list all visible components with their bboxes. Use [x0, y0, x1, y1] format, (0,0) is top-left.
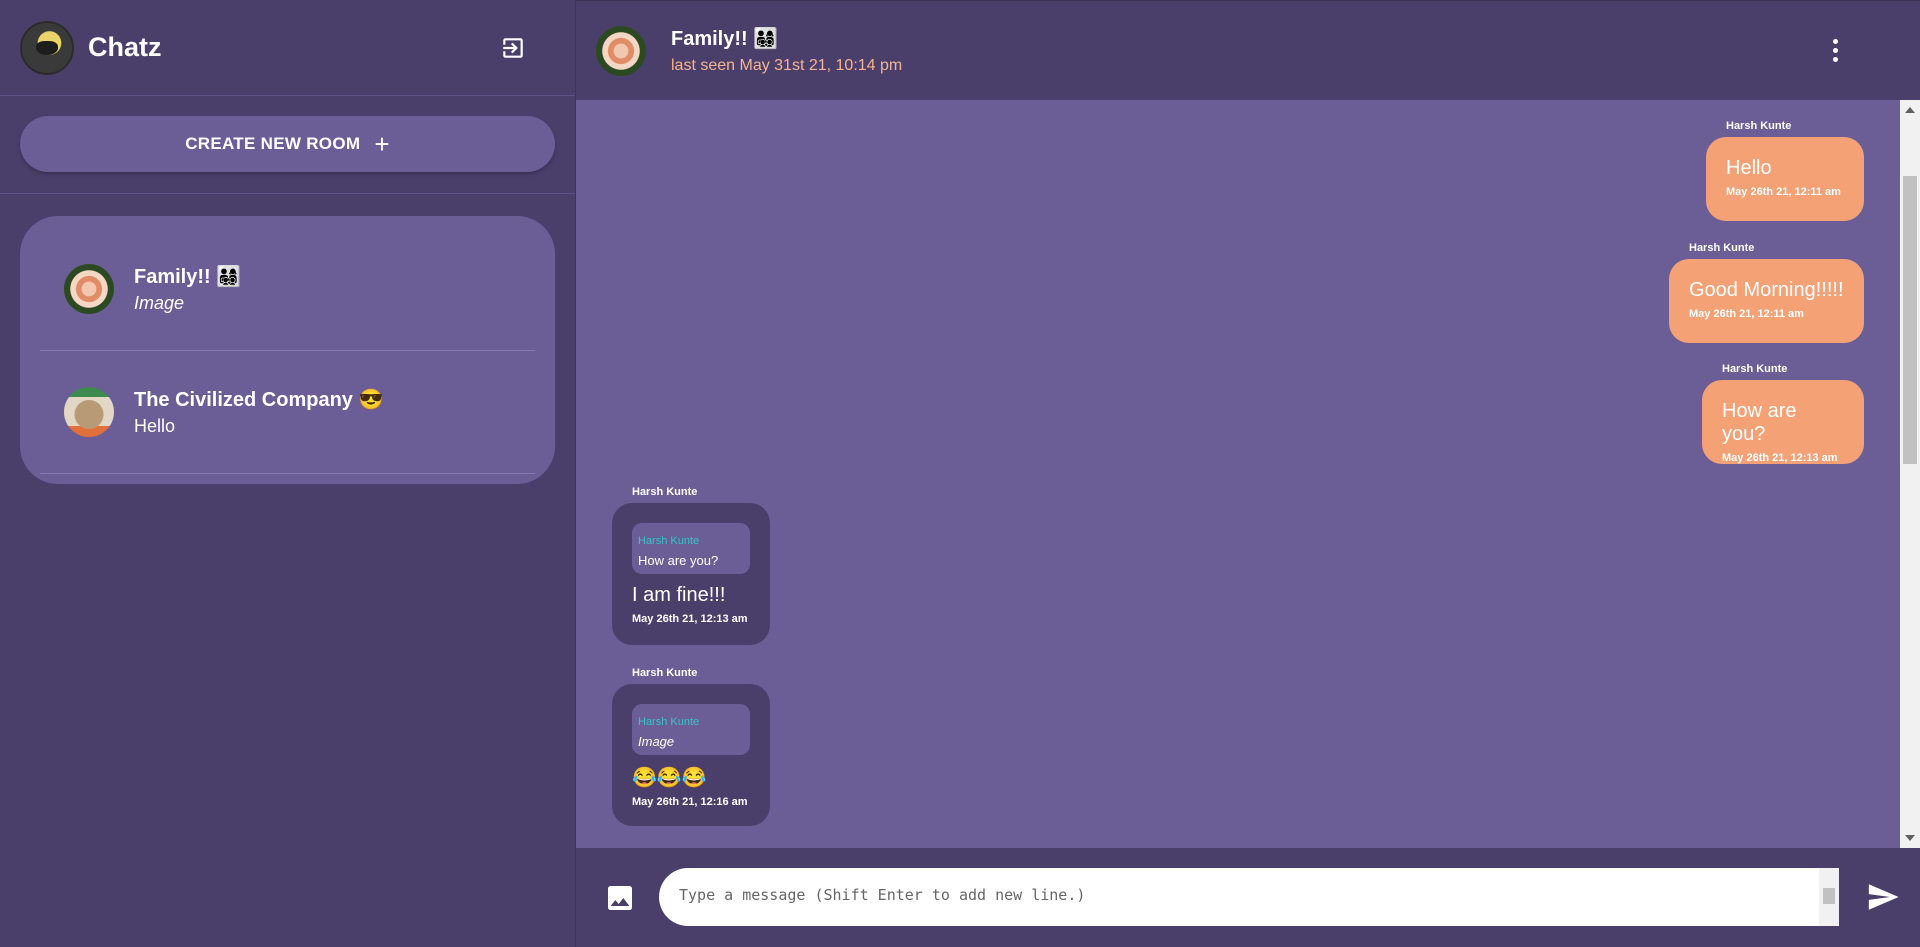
send-button[interactable] [1866, 880, 1902, 916]
message-sender: Harsh Kunte [1722, 363, 1788, 375]
message-text: Hello [1726, 157, 1772, 179]
room-last-message: Image [134, 293, 185, 313]
message-list[interactable]: Harsh Kunte Hello May 26th 21, 12:11 am … [576, 100, 1900, 848]
last-seen: last seen May 31st 21, 10:14 pm [671, 57, 903, 74]
message-sender: Harsh Kunte [1726, 120, 1792, 132]
logout-icon [503, 37, 523, 58]
create-room-button[interactable]: CREATE NEW ROOM + [20, 116, 555, 172]
sidebar: Chatz CREATE NEW ROOM + Family!! 👨‍👩‍👧‍👦… [0, 0, 576, 947]
room-last-message: Hello [134, 416, 176, 436]
chat-avatar[interactable] [596, 25, 646, 76]
room-list: Family!! 👨‍👩‍👧‍👦 Image The Civilized Com… [20, 216, 555, 484]
room-item-family[interactable]: Family!! 👨‍👩‍👧‍👦 Image [40, 228, 535, 351]
message-text: 😂😂😂 [632, 767, 707, 789]
more-options-button[interactable] [1820, 31, 1850, 71]
message-bubble[interactable]: Harsh Kunte How are you? I am fine!!! Ma… [612, 503, 770, 645]
message-outgoing: Harsh Kunte How are you? May 26th 21, 12… [1702, 363, 1864, 464]
message-bubble[interactable]: Good Morning!!!!! May 26th 21, 12:11 am [1669, 259, 1864, 343]
room-item-civilized-company[interactable]: The Civilized Company 😎 Hello [40, 351, 535, 474]
more-vert-icon [1832, 39, 1838, 44]
message-time: May 26th 21, 12:11 am [1726, 186, 1841, 198]
message-bubble[interactable]: How are you? May 26th 21, 12:13 am [1702, 380, 1864, 464]
image-icon [608, 886, 632, 910]
message-time: May 26th 21, 12:16 am [632, 796, 748, 808]
message-time: May 26th 21, 12:13 am [1722, 452, 1838, 464]
message-input-box [659, 868, 1839, 926]
message-composer [576, 848, 1920, 947]
app-title: Chatz [88, 32, 162, 62]
message-time: May 26th 21, 12:11 am [1689, 308, 1804, 320]
attach-image-button[interactable] [604, 882, 636, 914]
message-input[interactable] [659, 868, 1819, 926]
app-logo [20, 20, 74, 75]
room-avatar [64, 387, 114, 437]
scroll-down-arrow-icon[interactable] [1905, 835, 1915, 841]
message-outgoing: Harsh Kunte Hello May 26th 21, 12:11 am [1706, 120, 1864, 221]
message-sender: Harsh Kunte [1689, 242, 1755, 254]
scrollbar-thumb[interactable] [1903, 176, 1917, 464]
sidebar-header: Chatz [0, 0, 575, 96]
chat-header: Family!! 👨‍👩‍👧‍👦 last seen May 31st 21, … [576, 0, 1920, 100]
scroll-up-arrow-icon[interactable] [1905, 107, 1915, 113]
message-bubble[interactable]: Hello May 26th 21, 12:11 am [1706, 137, 1864, 221]
reply-text: Image [638, 734, 675, 749]
room-name: Family!! 👨‍👩‍👧‍👦 [134, 266, 242, 288]
message-incoming: Harsh Kunte Harsh Kunte How are you? I a… [612, 486, 770, 645]
reply-quote[interactable]: Harsh Kunte How are you? [632, 523, 750, 574]
room-name: The Civilized Company 😎 [134, 389, 384, 411]
message-text: How are you? [1722, 400, 1797, 445]
create-room-section: CREATE NEW ROOM + [0, 96, 575, 194]
reply-sender: Harsh Kunte [638, 535, 700, 547]
chat-title: Family!! 👨‍👩‍👧‍👦 [671, 28, 779, 50]
reply-sender: Harsh Kunte [638, 716, 700, 728]
message-text: I am fine!!! [632, 584, 726, 606]
message-incoming: Harsh Kunte Harsh Kunte Image 😂😂😂 May 26… [612, 667, 770, 826]
chat-panel: Family!! 👨‍👩‍👧‍👦 last seen May 31st 21, … [576, 0, 1920, 947]
message-sender: Harsh Kunte [632, 486, 698, 498]
logout-button[interactable] [493, 28, 533, 68]
message-text: Good Morning!!!!! [1689, 279, 1844, 301]
create-room-label: CREATE NEW ROOM [185, 134, 361, 153]
message-scrollbar[interactable] [1900, 100, 1920, 848]
reply-quote[interactable]: Harsh Kunte Image [632, 704, 750, 755]
message-time: May 26th 21, 12:13 am [632, 613, 748, 625]
reply-text: How are you? [638, 553, 719, 568]
message-outgoing: Harsh Kunte Good Morning!!!!! May 26th 2… [1669, 242, 1864, 343]
room-avatar [64, 264, 114, 314]
plus-icon: + [374, 129, 390, 159]
message-bubble[interactable]: Harsh Kunte Image 😂😂😂 May 26th 21, 12:16… [612, 684, 770, 826]
message-sender: Harsh Kunte [632, 667, 698, 679]
send-icon [1868, 884, 1899, 910]
input-scrollbar[interactable] [1819, 868, 1839, 926]
